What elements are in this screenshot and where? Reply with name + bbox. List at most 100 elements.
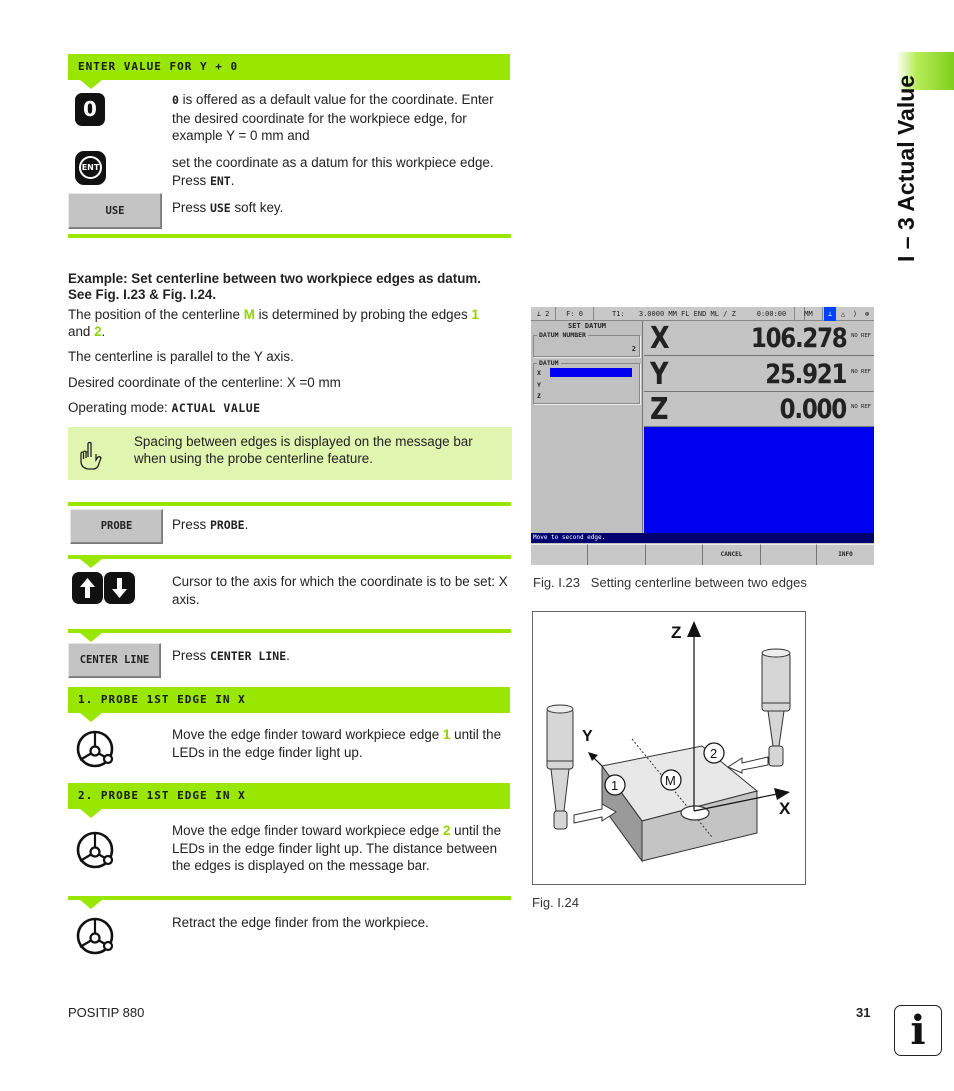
footer-product: POSITIP 880 <box>68 1005 145 1020</box>
example-title-line1: Example: Set centerline between two work… <box>68 271 482 286</box>
text-center-line: Press CENTER LINE. <box>172 647 512 666</box>
fig23-caption: Fig. I.23 Setting centerline between two… <box>533 575 807 590</box>
text-probe-1: Move the edge finder toward workpiece ed… <box>172 726 512 761</box>
radius-icon: ) <box>852 310 858 318</box>
datum-number-group: DATUM NUMBER 2 <box>533 331 640 357</box>
example-paragraph-2: The centerline is parallel to the Y axis… <box>68 349 294 364</box>
text-use: Press USE soft key. <box>172 199 512 218</box>
text-cursor: Cursor to the axis for which the coordin… <box>172 574 508 607</box>
step-arrow-marker <box>80 809 102 818</box>
dro-softkey-2[interactable] <box>588 544 646 565</box>
z-axis-label: Z <box>671 623 681 642</box>
key-ent[interactable]: ENT <box>75 151 106 185</box>
edge-finder-icon <box>76 730 114 768</box>
key-ref-use: USE <box>209 201 231 215</box>
key-zero[interactable]: 0 <box>75 93 105 126</box>
p1-end: . <box>101 324 106 339</box>
datum-mode-icon: ⟂ <box>824 307 836 321</box>
axis-row-x: X 106.278 NO REF <box>644 321 874 356</box>
pointing-hand-icon <box>80 441 102 470</box>
centerline-illustration: Z X Y 1 2 M <box>532 611 806 885</box>
step-arrow-marker <box>80 559 102 568</box>
arrow-down-key[interactable] <box>104 572 135 604</box>
chapter-side-title: I – 3 Actual Value <box>893 74 919 262</box>
key-ref-center-line: CENTER LINE <box>209 649 287 663</box>
graphic-area <box>644 427 874 533</box>
axis-ref-x: NO REF <box>851 333 871 339</box>
step-arrow-marker <box>80 713 102 722</box>
section-divider <box>68 234 511 238</box>
section-divider <box>68 896 511 900</box>
text-use-pre: Press <box>172 200 210 215</box>
centerline-m-label: M <box>665 773 676 788</box>
step-arrow-marker <box>80 633 102 642</box>
step-header-enter-value: ENTER VALUE FOR Y + 0 <box>68 54 510 80</box>
center-line-softkey[interactable]: CENTER LINE <box>68 643 161 678</box>
axis-letter-x: X <box>650 321 670 356</box>
page-number: 31 <box>856 1005 871 1020</box>
dro-softkey-5[interactable] <box>761 544 817 565</box>
section-divider <box>68 502 511 506</box>
dro-softkey-1[interactable] <box>531 544 588 565</box>
arrow-up-icon <box>80 578 95 598</box>
datum-axis-x-label: X <box>537 369 541 377</box>
dro-status-bar: ⟂ 2 F: 0 T1: 3.0000 MM FL END ML / Z 0:0… <box>531 307 874 321</box>
status-units: MM <box>795 307 823 321</box>
key-zero-label: 0 <box>83 97 97 121</box>
info-glyph: i <box>910 1007 926 1054</box>
arrow-up-key[interactable] <box>72 572 103 604</box>
axis-letter-z: Z <box>650 392 669 427</box>
datum-axis-z-label: Z <box>537 392 541 400</box>
arrow-down-icon <box>112 578 127 598</box>
datum-x-input[interactable] <box>550 368 632 377</box>
label-m: M <box>243 307 255 322</box>
axis-row-z: Z 0.000 NO REF <box>644 392 874 427</box>
text-cl-post: . <box>286 648 290 663</box>
label-2: 2 <box>94 324 102 339</box>
scale-icon: ⊛ <box>864 310 870 318</box>
p1-mid: is determined by probing the edges <box>254 307 472 322</box>
y-axis-label: Y <box>582 728 593 745</box>
incremental-icon: △ <box>840 310 846 318</box>
ent-icon: ENT <box>79 156 102 179</box>
text-retract: Retract the edge finder from the workpie… <box>172 915 429 930</box>
status-tool-info: 3.0000 MM FL END ML / Z <box>638 310 736 318</box>
p1-pre: The position of the centerline <box>68 307 244 322</box>
key-ref-probe: PROBE <box>209 518 245 532</box>
axis-row-y: Y 25.921 NO REF <box>644 357 874 392</box>
probe-softkey[interactable]: PROBE <box>70 509 163 544</box>
text-zero-default: 0 is offered as a default value for the … <box>172 91 512 145</box>
datum-number-value[interactable]: 2 <box>632 345 636 353</box>
key-ent-label: ENT <box>81 163 100 172</box>
text-probe-post: . <box>244 517 249 532</box>
key-ref-ent: ENT <box>209 173 231 188</box>
p1-and: and <box>68 324 95 339</box>
dro-screen: ⟂ 2 F: 0 T1: 3.0000 MM FL END ML / Z 0:0… <box>531 307 874 565</box>
dro-softkey-3[interactable] <box>646 544 703 565</box>
use-softkey[interactable]: USE <box>68 193 162 229</box>
probe1-pre: Move the edge finder toward workpiece ed… <box>172 727 443 742</box>
x-axis-label: X <box>779 799 791 818</box>
cancel-softkey[interactable]: CANCEL <box>703 544 761 565</box>
axis-ref-y: NO REF <box>851 369 871 375</box>
example-title-line2: See Fig. I.23 & Fig. I.24. <box>68 287 217 302</box>
datum-axis-y-label: Y <box>537 381 541 389</box>
origin-hole <box>680 805 710 821</box>
example-paragraph-3: Desired coordinate of the centerline: X … <box>68 375 341 390</box>
set-datum-panel: SET DATUM DATUM NUMBER 2 DATUM X Y Z <box>531 321 643 533</box>
note-text: Spacing between edges is displayed on th… <box>134 434 473 466</box>
datum-group: DATUM X Y Z <box>533 359 640 404</box>
text-ent-post: . <box>230 172 235 188</box>
fig24-caption: Fig. I.24 <box>532 895 579 910</box>
text-use-post: soft key. <box>230 200 284 215</box>
note-box: Spacing between edges is displayed on th… <box>68 427 512 480</box>
status-tool-axis: ⟂ 2 <box>531 307 556 321</box>
axis-value-x: 106.278 <box>750 323 847 354</box>
operating-mode: ACTUAL VALUE <box>171 401 261 415</box>
example-title: Example: Set centerline between two work… <box>68 271 513 303</box>
info-softkey[interactable]: INFO <box>817 544 874 565</box>
set-datum-title: SET DATUM <box>568 322 606 330</box>
status-time: 0:00:00 <box>749 307 795 321</box>
step-arrow-marker <box>80 80 102 89</box>
edge-finder-icon <box>76 831 114 869</box>
